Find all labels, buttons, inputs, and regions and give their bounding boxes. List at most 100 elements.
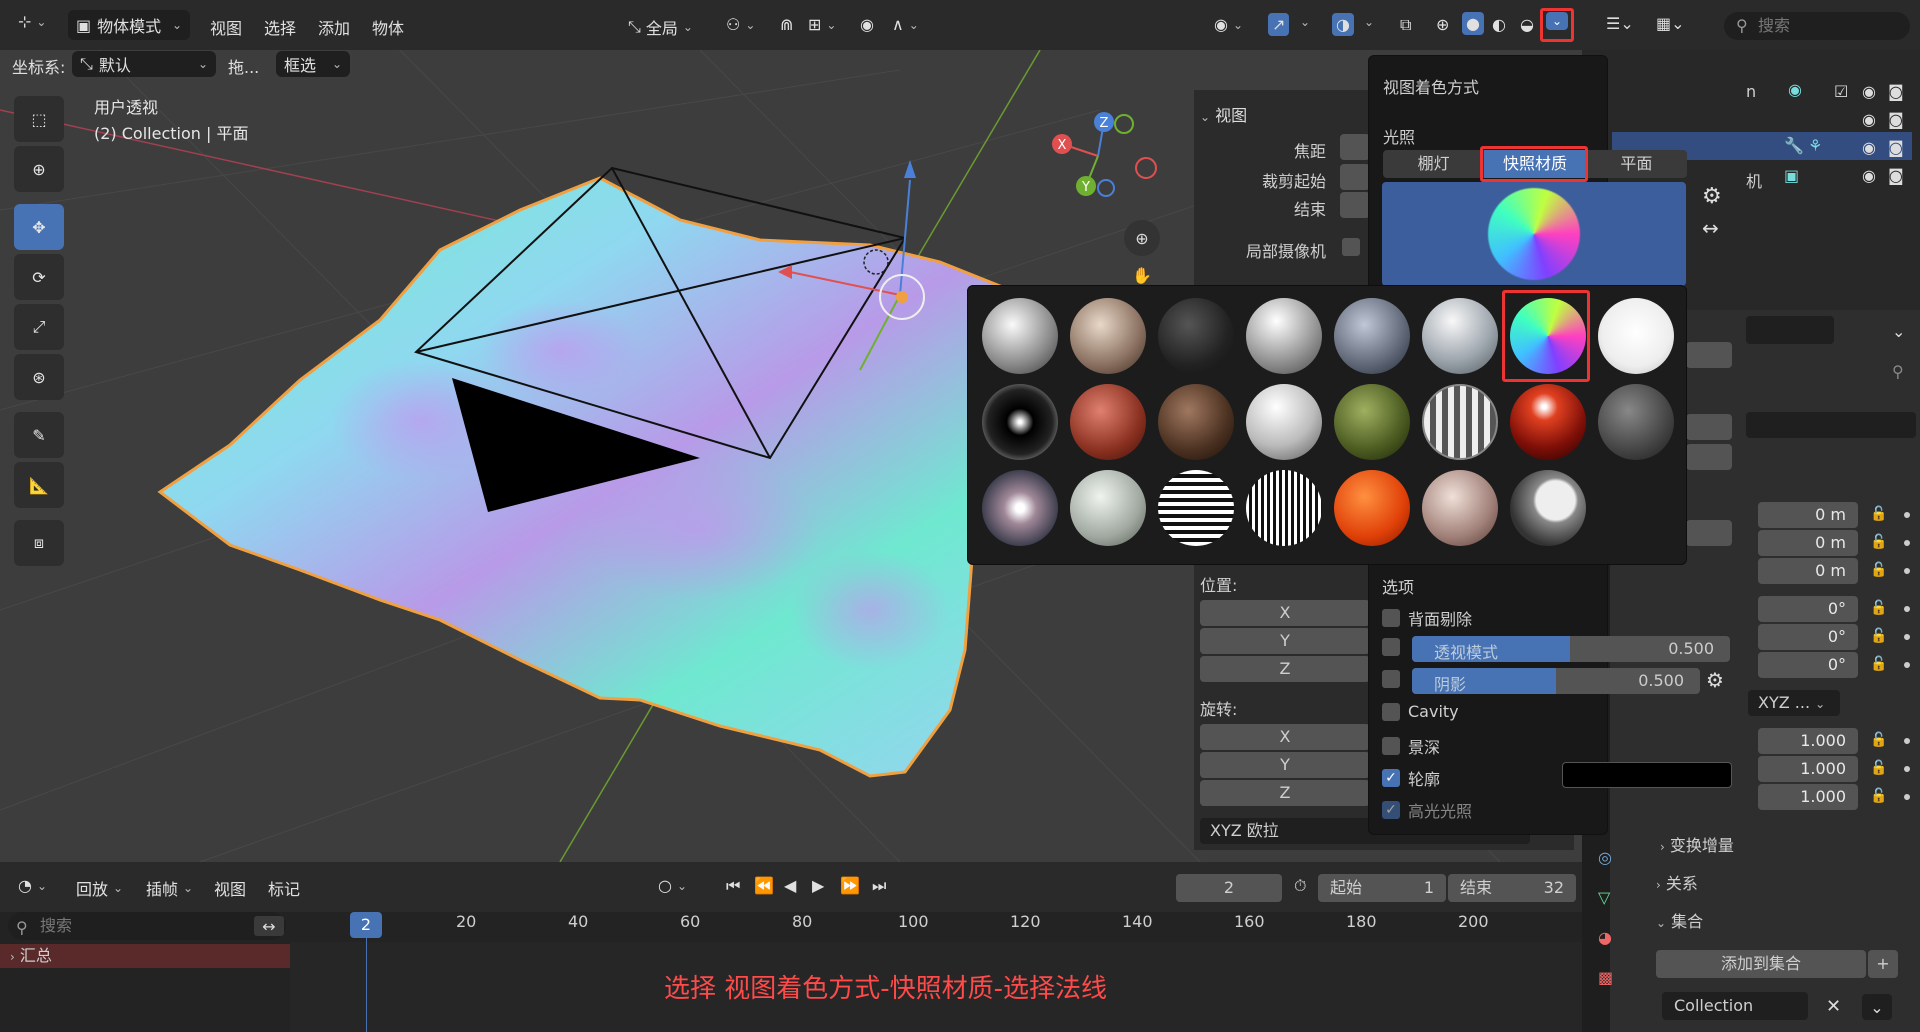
drag-label[interactable]: 拖... xyxy=(228,54,259,78)
visibility-button[interactable]: ◉ ⌄ xyxy=(1214,15,1243,34)
modifier-icon[interactable]: ⚘ xyxy=(1808,136,1822,155)
lock-icon[interactable]: 🔓 xyxy=(1870,760,1887,776)
transform-orientation[interactable]: ⤡ 全局 ⌄ xyxy=(628,15,693,39)
keyframe-dot[interactable] xyxy=(1904,634,1910,640)
keyframe-dot[interactable] xyxy=(1904,662,1910,668)
stopwatch-icon[interactable]: ⏱ xyxy=(1294,876,1306,896)
texture-tab-icon[interactable]: ▩ xyxy=(1598,968,1613,987)
overlay-dropdown[interactable]: ⌄ xyxy=(1364,15,1374,29)
matcap-item[interactable] xyxy=(1334,298,1410,374)
matcap-item[interactable] xyxy=(1422,470,1498,546)
mode-dropdown[interactable]: ▣ 物体模式 ⌄ xyxy=(68,10,190,40)
matcap-item[interactable] xyxy=(1246,298,1322,374)
eye-icon[interactable]: ◉ xyxy=(1862,110,1876,129)
summary-channel[interactable]: › 汇总 xyxy=(0,944,290,968)
jump-start-button[interactable]: ⏮ xyxy=(726,876,740,896)
add-to-collection-button[interactable]: 添加到集合 xyxy=(1656,950,1866,978)
gear-icon[interactable]: ⚙ xyxy=(1702,184,1722,209)
xray-slider[interactable]: 透视模式 0.500 xyxy=(1412,636,1730,662)
add-cube-tool[interactable]: ⧈ xyxy=(14,520,64,566)
eye-icon[interactable]: ◉ xyxy=(1862,166,1876,185)
keying-menu[interactable]: 插帧 ⌄ xyxy=(146,876,193,900)
backface-row[interactable]: 背面剔除 xyxy=(1382,606,1472,630)
popup-field[interactable] xyxy=(1686,444,1732,470)
eye-icon[interactable]: ◉ xyxy=(1862,138,1876,157)
menu-select[interactable]: 选择 xyxy=(264,15,296,39)
camera-render-icon[interactable]: ◙ xyxy=(1888,138,1904,157)
location-x-field[interactable]: X xyxy=(1200,600,1370,626)
collections-panel[interactable]: ⌄ 集合 xyxy=(1656,908,1703,932)
shadow-row[interactable] xyxy=(1382,670,1400,688)
scale-y-value[interactable]: 1.000 xyxy=(1758,756,1858,782)
dof-row[interactable]: 景深 xyxy=(1382,734,1440,758)
matcap-item[interactable] xyxy=(1598,384,1674,460)
delta-transform-panel[interactable]: › 变换增量 xyxy=(1660,832,1734,856)
snap-button[interactable]: ⋒ xyxy=(780,15,793,34)
tab-studio[interactable]: 棚灯 xyxy=(1383,150,1484,178)
lock-icon[interactable]: 🔓 xyxy=(1870,600,1887,616)
jump-end-button[interactable]: ⏭ xyxy=(872,876,886,896)
matcap-item[interactable] xyxy=(1070,298,1146,374)
current-frame-field[interactable]: 2 xyxy=(1176,874,1282,902)
matcap-item[interactable] xyxy=(1158,298,1234,374)
shading-rendered[interactable]: ◒ xyxy=(1520,15,1534,34)
cavity-row[interactable]: Cavity xyxy=(1382,702,1459,721)
keyframe-dot[interactable] xyxy=(1904,766,1910,772)
play-button[interactable]: ▶ xyxy=(812,876,824,895)
pin-icon[interactable]: ⚲ xyxy=(1892,362,1904,381)
matcap-item[interactable] xyxy=(1334,470,1410,546)
matcap-preview[interactable] xyxy=(1382,182,1686,286)
camera-render-icon[interactable]: ◙ xyxy=(1888,166,1904,185)
collection-name-field[interactable]: Collection xyxy=(1662,992,1808,1020)
keyframe-dot[interactable] xyxy=(1904,512,1910,518)
location-y-value[interactable]: 0 m xyxy=(1758,530,1858,556)
end-frame-field[interactable]: 结束 32 xyxy=(1448,874,1576,902)
move-tool[interactable]: ✥ xyxy=(14,204,64,250)
popup-field[interactable] xyxy=(1686,342,1732,368)
rotation-y-field[interactable]: Y xyxy=(1200,752,1370,778)
rotation-mode-select[interactable]: XYZ ... ⌄ xyxy=(1748,690,1840,716)
chevron-down-icon[interactable]: ⌄ xyxy=(1892,322,1905,341)
location-z-value[interactable]: 0 m xyxy=(1758,558,1858,584)
outliner-editor-icon[interactable]: ☰⌄ xyxy=(1606,14,1634,33)
menu-view[interactable]: 视图 xyxy=(210,15,242,39)
matcap-item[interactable] xyxy=(1246,470,1322,546)
lock-icon[interactable]: 🔓 xyxy=(1870,562,1887,578)
scale-x-value[interactable]: 1.000 xyxy=(1758,728,1858,754)
object-name-field[interactable] xyxy=(1746,412,1916,438)
popup-field[interactable] xyxy=(1686,520,1732,546)
eye-icon[interactable]: ◉ xyxy=(1862,82,1876,101)
location-x-value[interactable]: 0 m xyxy=(1758,502,1858,528)
matcap-item[interactable] xyxy=(982,298,1058,374)
play-reverse-button[interactable]: ◀ xyxy=(784,876,796,895)
keyframe-dot[interactable] xyxy=(1904,568,1910,574)
auto-key-button[interactable]: ○ ⌄ xyxy=(658,876,687,895)
physics-tab-icon[interactable]: ◎ xyxy=(1598,848,1612,867)
rotation-z-value[interactable]: 0° xyxy=(1758,652,1858,678)
focal-field[interactable] xyxy=(1340,134,1370,160)
xray-row[interactable] xyxy=(1382,638,1400,656)
transform-tool[interactable]: ⊛ xyxy=(14,354,64,400)
matcap-item[interactable] xyxy=(1158,470,1234,546)
measure-tool[interactable]: 📐 xyxy=(14,462,64,508)
lock-icon[interactable]: 🔓 xyxy=(1870,656,1887,672)
rotation-y-value[interactable]: 0° xyxy=(1758,624,1858,650)
checkbox-icon[interactable]: ☑ xyxy=(1834,82,1848,101)
menu-add[interactable]: 添加 xyxy=(318,15,350,39)
add-collection-plus-button[interactable]: + xyxy=(1868,950,1898,978)
clip-end-field[interactable] xyxy=(1340,192,1370,218)
menu-object[interactable]: 物体 xyxy=(372,15,404,39)
camera-data-icon[interactable]: ▣ xyxy=(1784,166,1799,185)
pivot-button[interactable]: ⚇ ⌄ xyxy=(726,15,755,34)
rotation-x-value[interactable]: 0° xyxy=(1758,596,1858,622)
coord-system-dropdown[interactable]: ⤡ 默认 ⌄ xyxy=(72,51,216,77)
matcap-item[interactable] xyxy=(1422,384,1498,460)
n-panel-view-header[interactable]: ⌄ 视图 xyxy=(1200,102,1247,126)
lock-icon[interactable]: 🔓 xyxy=(1870,628,1887,644)
rotation-z-field[interactable]: Z xyxy=(1200,780,1370,806)
close-icon[interactable]: ✕ xyxy=(1826,996,1841,1017)
chevron-down-icon[interactable]: ⌄ xyxy=(1862,994,1892,1020)
timeline-view-menu[interactable]: 视图 xyxy=(214,876,246,900)
display-mode-icon[interactable]: ▦⌄ xyxy=(1656,14,1685,33)
select-mode-dropdown[interactable]: 框选 ⌄ xyxy=(276,51,350,77)
